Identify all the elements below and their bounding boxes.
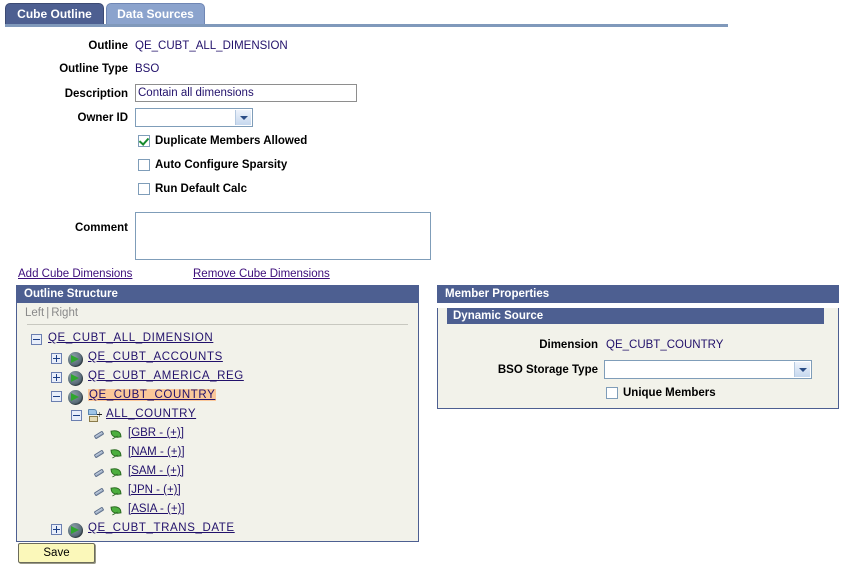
auto-configure-sparsity-label: Auto Configure Sparsity [155, 159, 288, 171]
expand-node-icon[interactable] [51, 524, 62, 535]
tree-node[interactable]: [NAM - (+)] [17, 445, 418, 464]
field-row-owner-id: Owner ID [0, 108, 849, 134]
tree-node[interactable]: QE_CUBT_AMERICA_REG [17, 369, 418, 388]
collapse-node-icon[interactable] [51, 391, 62, 402]
tree-node-label[interactable]: QE_CUBT_AMERICA_REG [88, 370, 244, 382]
left-right-separator: | [46, 307, 50, 319]
outline-structure-panel: Outline Structure Left | Right QE_CUBT_ALL… [16, 285, 419, 542]
checkbox-row-run-default-calc: Run Default Calc [0, 182, 849, 206]
collapse-node-icon[interactable] [71, 410, 82, 421]
chevron-down-icon[interactable] [235, 110, 251, 125]
chevron-down-icon[interactable] [794, 362, 810, 377]
member-node-icon [87, 409, 102, 424]
outline-value: QE_CUBT_ALL_DIMENSION [135, 40, 288, 52]
field-row-outline: Outline QE_CUBT_ALL_DIMENSION [0, 38, 849, 61]
run-default-calc-label: Run Default Calc [155, 183, 248, 195]
dimension-globe-icon [68, 371, 83, 386]
unique-members-checkbox[interactable] [606, 387, 618, 399]
auto-configure-sparsity-checkbox[interactable] [138, 159, 150, 171]
dimension-label: Dimension [539, 339, 598, 351]
tab-cube-outline[interactable]: Cube Outline [5, 3, 104, 24]
dimension-value: QE_CUBT_COUNTRY [606, 339, 724, 351]
expand-node-icon[interactable] [51, 353, 62, 364]
run-default-calc-checkbox[interactable] [138, 183, 150, 195]
comment-label: Comment [74, 222, 128, 234]
bso-storage-type-label: BSO Storage Type [497, 364, 598, 376]
member-properties-title: Member Properties [437, 285, 839, 303]
outline-label: Outline [88, 40, 128, 52]
tree-node[interactable]: QE_CUBT_ACCOUNTS [17, 350, 418, 369]
edit-pencil-icon[interactable] [93, 466, 106, 479]
tree-node[interactable]: ALL_COUNTRY [17, 407, 418, 426]
tree-node[interactable]: QE_CUBT_ALL_DIMENSION [17, 331, 418, 350]
tree-node[interactable]: [SAM - (+)] [17, 464, 418, 483]
dimension-globe-icon [68, 390, 83, 405]
tree-node-label[interactable]: QE_CUBT_TRANS_DATE [88, 522, 235, 534]
expand-node-icon[interactable] [51, 372, 62, 383]
field-row-outline-type: Outline Type BSO [0, 61, 849, 84]
tab-underline-rule [5, 24, 728, 27]
leaf-member-icon [110, 466, 123, 479]
tree-node-label-selected[interactable]: QE_CUBT_COUNTRY [88, 389, 217, 401]
tree-node-label[interactable]: [JPN - (+)] [128, 484, 181, 496]
checkbox-row-duplicate-members: Duplicate Members Allowed [0, 134, 849, 158]
tree-node-label[interactable]: [SAM - (+)] [128, 465, 184, 477]
cube-outline-page: Cube Outline Data Sources Outline QE_CUB… [0, 0, 849, 571]
left-right-toggle: Left | Right [17, 303, 418, 323]
leaf-member-icon [110, 504, 123, 517]
unique-members-label: Unique Members [623, 387, 716, 399]
tree-node-label[interactable]: [ASIA - (+)] [128, 503, 185, 515]
outline-form: Outline QE_CUBT_ALL_DIMENSION Outline Ty… [0, 38, 849, 268]
tree-node-label[interactable]: [GBR - (+)] [128, 427, 184, 439]
owner-id-label: Owner ID [77, 112, 128, 124]
outline-type-value: BSO [135, 63, 160, 75]
tree-node-label[interactable]: [NAM - (+)] [128, 446, 185, 458]
owner-id-select[interactable] [135, 108, 253, 127]
outline-tree: QE_CUBT_ALL_DIMENSION QE_CUBT_ACCOUNTS QE_… [17, 325, 418, 540]
outline-type-label: Outline Type [59, 63, 128, 75]
tree-node[interactable]: QE_CUBT_TRANS_DATE [17, 521, 418, 540]
tab-bar: Cube Outline Data Sources [0, 0, 849, 28]
field-row-description: Description [0, 84, 849, 108]
edit-pencil-icon[interactable] [93, 485, 106, 498]
duplicate-members-allowed-checkbox[interactable] [138, 135, 150, 147]
outline-structure-title: Outline Structure [16, 285, 419, 303]
tree-node-label[interactable]: QE_CUBT_ACCOUNTS [88, 351, 223, 363]
tree-node[interactable]: [ASIA - (+)] [17, 502, 418, 521]
checkbox-row-auto-configure-sparsity: Auto Configure Sparsity [0, 158, 849, 182]
left-link[interactable]: Left [25, 307, 44, 319]
tab-data-sources[interactable]: Data Sources [106, 3, 205, 24]
member-properties-panel: Member Properties Dynamic Source Dimensi… [437, 285, 839, 409]
dimension-globe-icon [68, 352, 83, 367]
tree-node[interactable]: QE_CUBT_COUNTRY [17, 388, 418, 407]
collapse-node-icon[interactable] [31, 334, 42, 345]
tree-node-label[interactable]: ALL_COUNTRY [106, 408, 196, 420]
dimension-globe-icon [68, 523, 83, 538]
tree-node[interactable]: [JPN - (+)] [17, 483, 418, 502]
tree-node-label[interactable]: QE_CUBT_ALL_DIMENSION [48, 332, 213, 344]
edit-pencil-icon[interactable] [93, 504, 106, 517]
duplicate-members-allowed-label: Duplicate Members Allowed [155, 135, 308, 147]
field-row-comment: Comment [0, 212, 849, 268]
leaf-member-icon [110, 428, 123, 441]
right-link[interactable]: Right [51, 307, 78, 319]
description-label: Description [64, 88, 128, 100]
dynamic-source-subheader: Dynamic Source [447, 308, 824, 324]
bso-storage-type-select[interactable] [604, 360, 812, 379]
add-cube-dimensions-link[interactable]: Add Cube Dimensions [18, 268, 132, 280]
leaf-member-icon [110, 485, 123, 498]
edit-pencil-icon[interactable] [93, 428, 106, 441]
remove-cube-dimensions-link[interactable]: Remove Cube Dimensions [193, 268, 330, 280]
comment-textarea[interactable] [135, 212, 431, 260]
tree-node[interactable]: [GBR - (+)] [17, 426, 418, 445]
save-button[interactable]: Save [18, 543, 95, 563]
edit-pencil-icon[interactable] [93, 447, 106, 460]
description-input[interactable] [135, 84, 357, 102]
leaf-member-icon [110, 447, 123, 460]
